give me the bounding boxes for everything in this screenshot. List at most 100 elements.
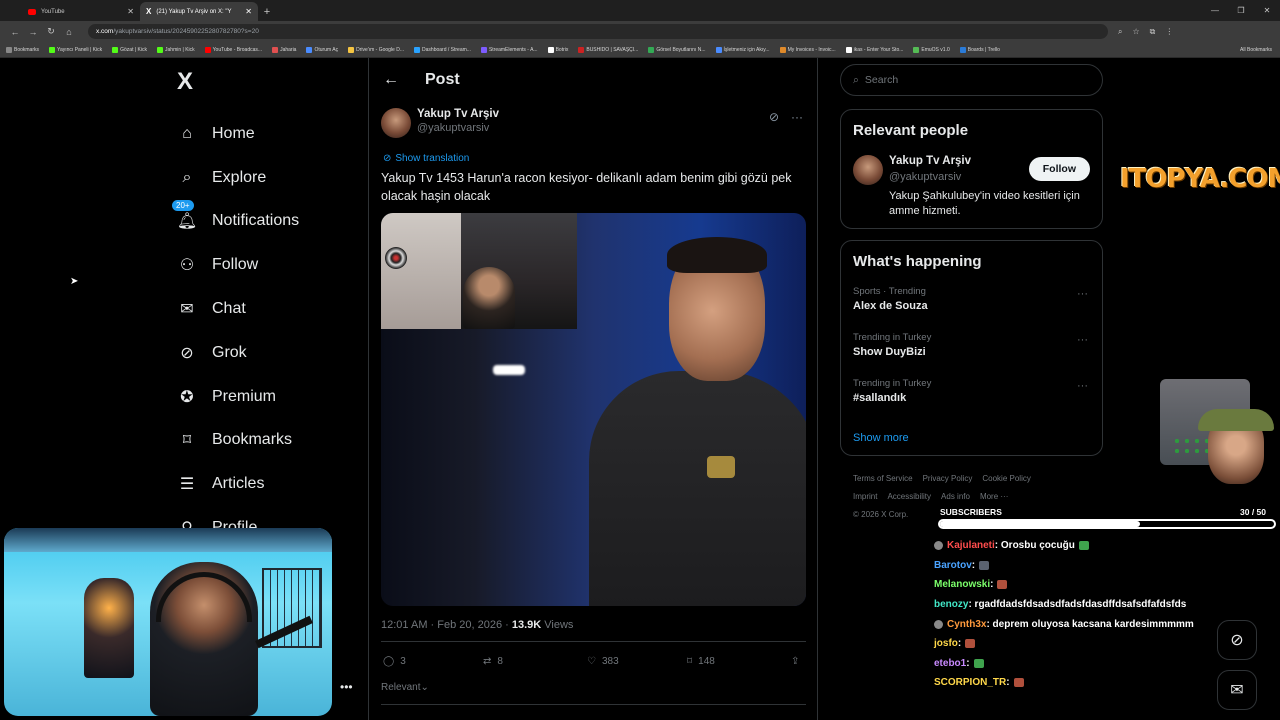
maximize-icon[interactable]: ❐: [1228, 0, 1254, 21]
follow-button[interactable]: Follow: [1028, 157, 1090, 181]
bookmark-item[interactable]: Yayıncı Paneli | Kick: [49, 46, 102, 53]
close-icon[interactable]: ✕: [127, 7, 134, 16]
trend-context: Trending in Turkey: [853, 332, 932, 343]
trend-item[interactable]: Trending in Turkey #sallandık ···: [841, 378, 1102, 424]
bookmark-item[interactable]: Bookmarks: [6, 46, 39, 53]
footer-link[interactable]: Terms of Service: [853, 474, 913, 483]
sidebar-item-bookmarks[interactable]: ⌑ Bookmarks: [176, 419, 299, 463]
trend-item[interactable]: Sports · Trending Alex de Souza ···: [841, 286, 1102, 332]
sidebar-item-chat[interactable]: ✉ Chat: [176, 287, 299, 331]
messages-fab-button[interactable]: ✉: [1217, 670, 1257, 710]
more-icon[interactable]: ···: [1077, 334, 1088, 346]
shirt-logo: [707, 456, 735, 478]
chat-badge-icon: [934, 541, 943, 551]
forward-icon[interactable]: →: [24, 27, 42, 37]
chat-text: :: [1006, 677, 1010, 689]
footer-link[interactable]: Cookie Policy: [982, 474, 1030, 483]
post-time[interactable]: 12:01 AM · Feb 20, 2026 ·: [381, 619, 512, 631]
post-top-actions: ⊘ ···: [769, 110, 803, 124]
more-icon[interactable]: ···: [791, 110, 803, 124]
more-icon[interactable]: ···: [1077, 380, 1088, 392]
sidebar-item-label: Explore: [212, 168, 267, 186]
divider: [381, 641, 806, 642]
search-input[interactable]: ⌕ Search: [840, 64, 1103, 96]
more-menu-icon[interactable]: •••: [340, 680, 353, 694]
bookmark-favicon-icon: [913, 46, 920, 53]
bookmark-item[interactable]: İşletmeniz için Akıy...: [715, 46, 770, 53]
guest-hair: [667, 237, 767, 273]
minimize-icon[interactable]: —: [1202, 0, 1228, 21]
sidebar-item-label: Notifications: [212, 212, 300, 230]
star-icon[interactable]: ☆: [1132, 27, 1139, 37]
more-icon[interactable]: ···: [1077, 288, 1088, 300]
sidebar-item-articles[interactable]: ☰ Articles: [176, 462, 299, 506]
reply-sort-dropdown[interactable]: Relevant⌄: [381, 682, 429, 693]
address-bar[interactable]: x.com/yakuptvarsiv/status/20245902252807…: [88, 24, 1108, 39]
share-button[interactable]: ⇪: [791, 656, 799, 667]
bookmark-item[interactable]: Gözat | Kick: [112, 46, 147, 53]
bookmark-item[interactable]: My Invoices - Invoic...: [779, 46, 836, 53]
tab-youtube[interactable]: YouTube ✕: [22, 2, 140, 21]
footer-link[interactable]: Imprint: [853, 492, 877, 501]
post-video[interactable]: [381, 213, 806, 606]
close-icon[interactable]: ✕: [245, 7, 252, 16]
sidebar-item-premium[interactable]: ✪ Premium: [176, 375, 299, 419]
menu-icon[interactable]: ⋮: [1165, 27, 1173, 37]
relevant-person[interactable]: Yakup Tv Arşiv @yakuptvarsiv Yakup Şahku…: [841, 139, 1102, 217]
sidebar-item-home[interactable]: ⌂ Home: [176, 112, 299, 156]
footer-link[interactable]: Privacy Policy: [923, 474, 973, 483]
bookmark-item[interactable]: Boards | Trello: [959, 46, 1000, 53]
reply-button[interactable]: ◯ 3: [383, 656, 483, 667]
footer-link[interactable]: Accessibility: [887, 492, 931, 501]
close-window-icon[interactable]: ✕: [1254, 0, 1280, 21]
show-more-link[interactable]: Show more: [841, 424, 1102, 456]
bookmark-item[interactable]: Dashboard / Stream...: [414, 46, 471, 53]
bookmark-item[interactable]: Drive'ım - Google D...: [348, 46, 404, 53]
repost-button[interactable]: ⇄ 8: [483, 656, 587, 667]
zoom-icon[interactable]: ⌕: [1118, 27, 1122, 37]
bookmark-item[interactable]: Botrix: [547, 46, 568, 53]
home-browser-icon[interactable]: ⌂: [60, 27, 78, 37]
bookmark-item[interactable]: YouTube - Broadcas...: [204, 46, 262, 53]
trend-name: Alex de Souza: [853, 300, 928, 312]
bookmark-item[interactable]: Jahmin | Kick: [157, 46, 195, 53]
back-arrow-icon[interactable]: ←: [383, 71, 399, 89]
bookmark-item[interactable]: Oturum Aç: [306, 46, 338, 53]
bookmark-item[interactable]: Görsel Boyutlarını N...: [648, 46, 706, 53]
bookmark-item[interactable]: BUSHIDO | SAVAŞÇI...: [578, 46, 638, 53]
new-tab-button[interactable]: +: [258, 2, 276, 21]
bookmark-item[interactable]: Jaharia: [272, 46, 296, 53]
show-translation-link[interactable]: ⊘ Show translation: [383, 153, 469, 164]
bookmark-button[interactable]: ⌑ 148: [687, 656, 791, 667]
subscribers-label: SUBSCRIBERS: [940, 507, 1002, 517]
bookmark-item[interactable]: ikas - Enter Your Sto...: [845, 46, 903, 53]
post-author[interactable]: Yakup Tv Arşiv @yakuptvarsiv: [381, 108, 499, 138]
author-name[interactable]: Yakup Tv Arşiv: [417, 108, 499, 120]
sidebar-item-grok[interactable]: ⊘ Grok: [176, 331, 299, 375]
grok-icon[interactable]: ⊘: [769, 110, 779, 124]
tab-x-post[interactable]: X (21) Yakup Tv Arşiv on X: "Y ✕: [140, 2, 258, 21]
sidebar-item-notifications[interactable]: 🔔︎ Notifications: [176, 200, 299, 244]
bookmark-item[interactable]: StreamElements - A...: [480, 46, 538, 53]
bookmark-item[interactable]: EmuOS v1.0: [913, 46, 950, 53]
like-button[interactable]: ♡ 383: [587, 656, 687, 667]
grok-fab-button[interactable]: ⊘: [1217, 620, 1257, 660]
footer-link[interactable]: Ads info: [941, 492, 970, 501]
repost-count: 8: [497, 656, 503, 667]
all-bookmarks-button[interactable]: All Bookmarks: [1240, 47, 1272, 53]
back-icon[interactable]: ←: [6, 27, 24, 37]
x-logo[interactable]: X: [177, 68, 193, 96]
author-handle[interactable]: @yakuptvarsiv: [417, 122, 499, 134]
sidebar-item-explore[interactable]: ⌕ Explore: [176, 156, 299, 200]
chat-username: Cynth3x: [947, 618, 987, 630]
trend-item[interactable]: Trending in Turkey Show DuyBizi ···: [841, 332, 1102, 378]
footer-link[interactable]: © 2026 X Corp.: [853, 510, 908, 519]
avatar[interactable]: [853, 155, 883, 185]
sidebar-item-follow[interactable]: ⚇ Follow: [176, 243, 299, 287]
reload-icon[interactable]: ↻: [42, 26, 60, 37]
footer-link[interactable]: More ···: [980, 492, 1008, 501]
extensions-icon[interactable]: ⧉: [1150, 27, 1156, 37]
relevant-person-handle[interactable]: @yakuptvarsiv: [889, 171, 961, 183]
avatar[interactable]: [381, 108, 411, 138]
relevant-person-name[interactable]: Yakup Tv Arşiv: [889, 155, 971, 167]
